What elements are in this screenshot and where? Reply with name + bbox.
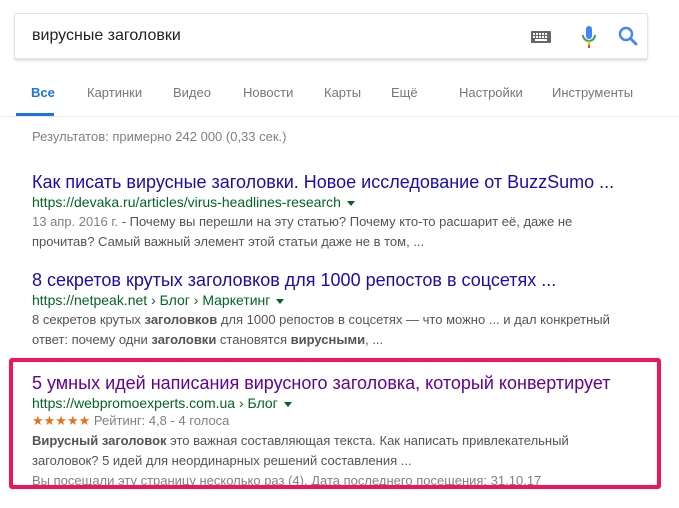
result-snippet: 8 секретов крутых заголовков для 1000 ре… xyxy=(32,310,642,350)
keyboard-icon[interactable] xyxy=(531,30,551,48)
url-dropdown-arrow-icon[interactable] xyxy=(276,298,285,304)
snippet-text: ответ: почему одни xyxy=(32,332,152,347)
tab-video[interactable]: Видео xyxy=(173,85,211,100)
search-box[interactable]: вирусные заголовки xyxy=(14,13,648,59)
result-snippet: 13 апр. 2016 г. - Почему вы перешли на э… xyxy=(32,212,642,252)
search-tabs: Все Картинки Видео Новости Карты Ещё Нас… xyxy=(0,82,679,116)
tab-more[interactable]: Ещё xyxy=(391,85,418,100)
snippet-bold: заголовки xyxy=(151,332,217,347)
snippet-text: прочитав? Самый важный элемент этой стат… xyxy=(32,234,425,249)
result-title-link[interactable]: Как писать вирусные заголовки. Новое исс… xyxy=(32,171,642,193)
tab-news[interactable]: Новости xyxy=(243,85,293,100)
snippet-text: 8 секретов крутых xyxy=(32,312,145,327)
result-title-link[interactable]: 8 секретов крутых заголовков для 1000 ре… xyxy=(32,269,642,291)
tab-all[interactable]: Все xyxy=(31,85,55,100)
result-url-text: https://devaka.ru/articles/virus-headlin… xyxy=(32,194,341,210)
result-stats: Результатов: примерно 242 000 (0,33 сек.… xyxy=(32,129,287,144)
search-result: 8 секретов крутых заголовков для 1000 ре… xyxy=(32,269,642,350)
snippet-text: - Почему вы перешли на эту статью? Почем… xyxy=(118,214,573,229)
search-icon[interactable] xyxy=(618,26,638,51)
result-url: https://netpeak.net › Блог › Маркетинг xyxy=(32,291,642,309)
snippet-text: , ... xyxy=(365,332,384,347)
snippet-text: становятся xyxy=(216,332,291,347)
search-result: Как писать вирусные заголовки. Новое исс… xyxy=(32,171,642,252)
tab-maps[interactable]: Карты xyxy=(324,85,361,100)
snippet-text: для 1000 репостов в соцсетях — что можно… xyxy=(217,312,610,327)
result-url-text: https://netpeak.net › Блог › Маркетинг xyxy=(32,292,271,308)
tabs-divider xyxy=(0,116,679,117)
tab-tools[interactable]: Инструменты xyxy=(552,85,633,100)
search-input[interactable]: вирусные заголовки xyxy=(32,27,181,45)
tab-images[interactable]: Картинки xyxy=(87,85,142,100)
snippet-bold: вирусными xyxy=(290,332,366,347)
result-url: https://devaka.ru/articles/virus-headlin… xyxy=(32,193,642,211)
tab-settings[interactable]: Настройки xyxy=(459,85,523,100)
snippet-bold: заголовков xyxy=(144,312,218,327)
result-date: 13 апр. 2016 г. xyxy=(32,214,119,229)
highlight-frame xyxy=(9,358,661,489)
microphone-icon[interactable] xyxy=(582,26,596,53)
url-dropdown-arrow-icon[interactable] xyxy=(346,200,355,206)
